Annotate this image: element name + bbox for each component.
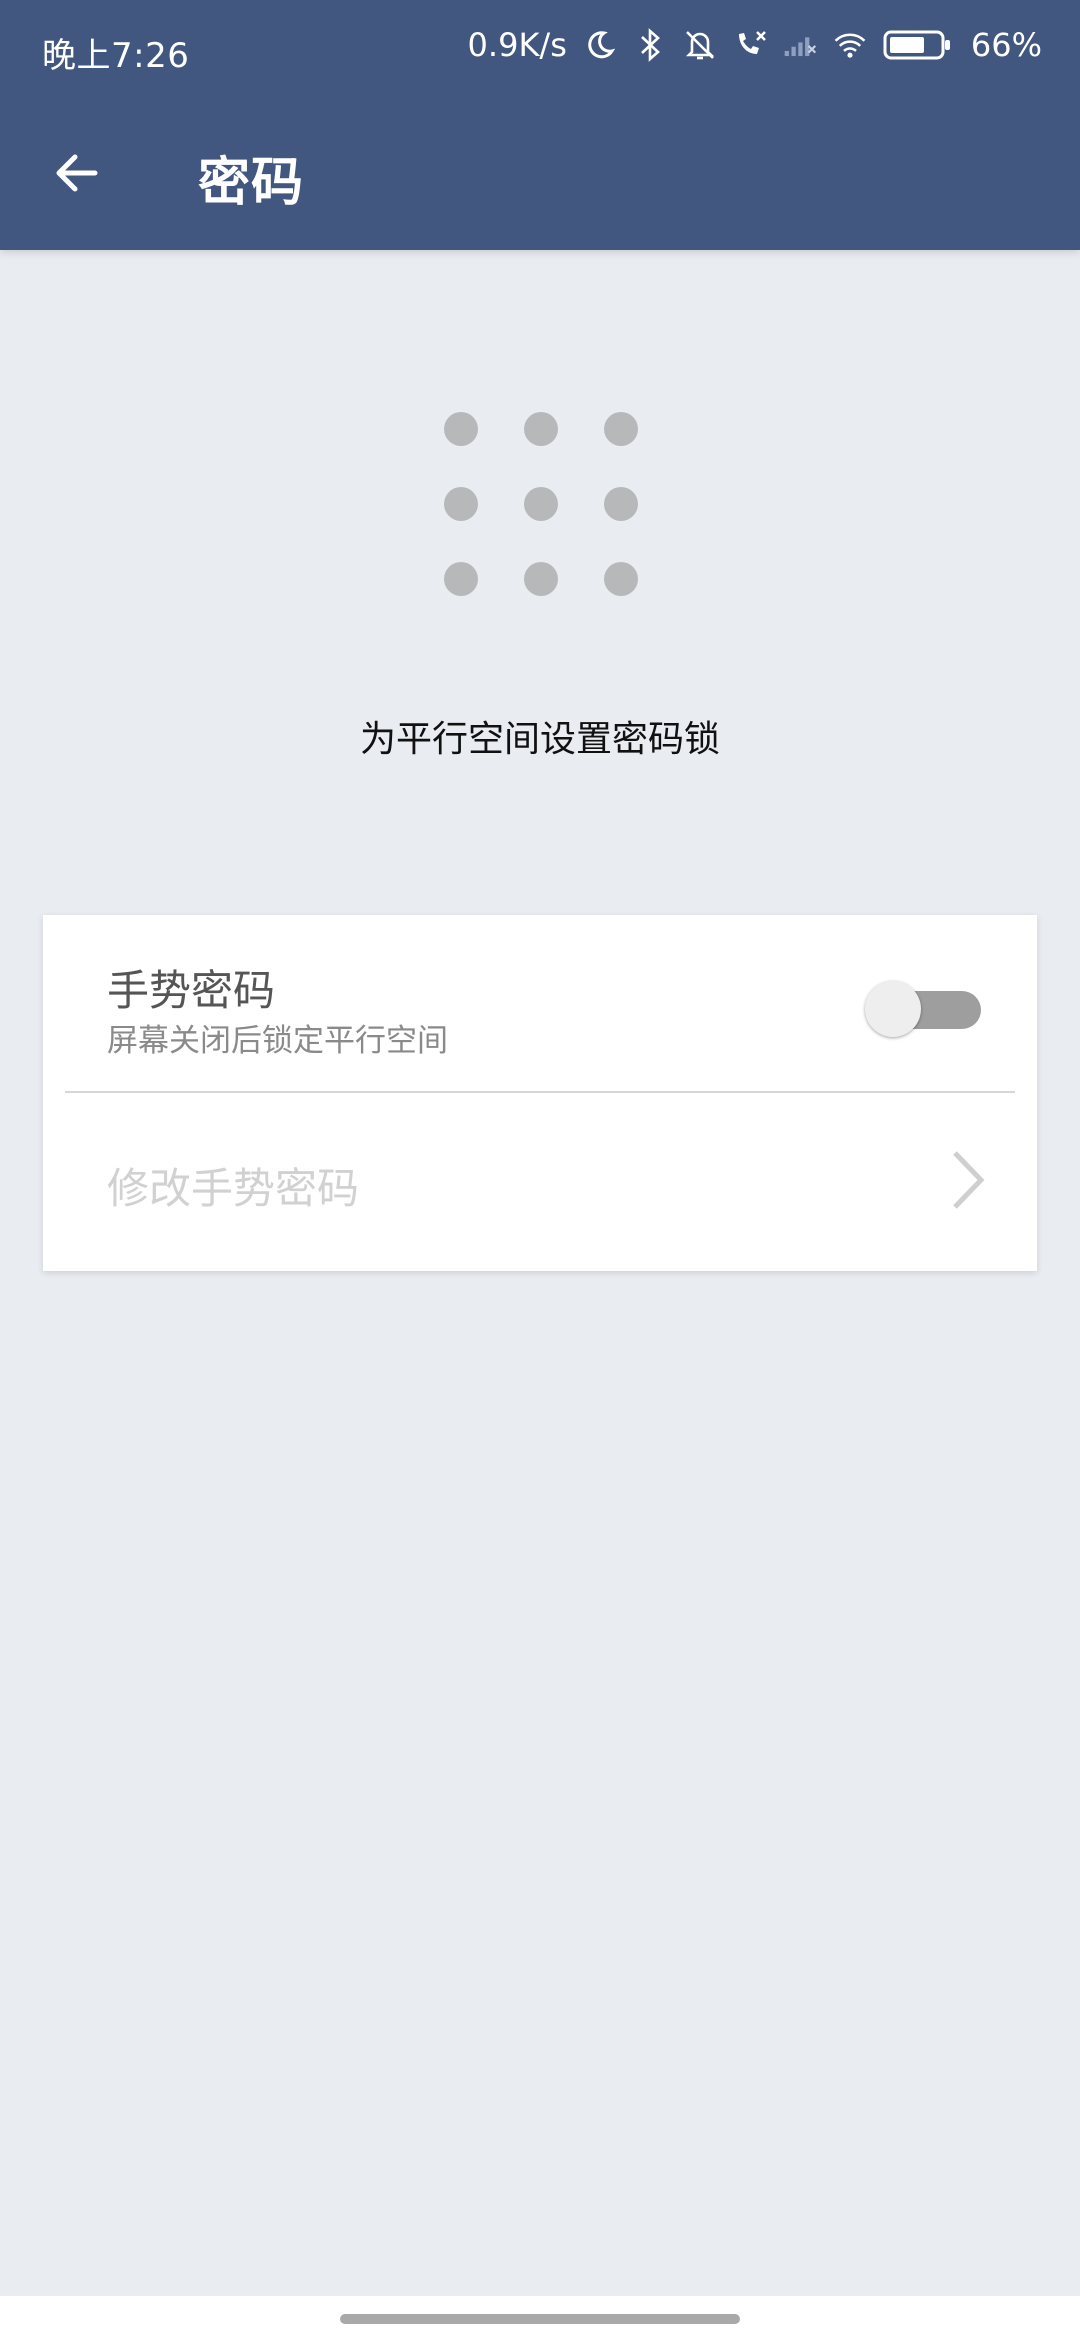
status-time: 晚上7:26 xyxy=(42,36,190,76)
chevron-right-icon xyxy=(953,1151,985,1209)
navigation-bar xyxy=(0,2296,1080,2340)
wifi-icon xyxy=(833,28,867,62)
battery-icon xyxy=(883,28,955,62)
app-bar: 密码 xyxy=(0,96,1080,250)
gesture-password-title: 手势密码 xyxy=(107,966,276,1015)
setup-hint: 为平行空间设置密码锁 xyxy=(359,719,720,760)
muted-bell-icon xyxy=(683,28,717,62)
back-button[interactable] xyxy=(42,138,112,208)
gesture-password-subtitle: 屏幕关闭后锁定平行空间 xyxy=(107,1023,448,1059)
change-gesture-password-title: 修改手势密码 xyxy=(107,1164,360,1213)
moon-icon xyxy=(583,28,617,62)
gesture-handle[interactable] xyxy=(340,2314,740,2324)
status-bar: 晚上7:26 0.9K/s 66% xyxy=(0,0,1080,96)
call-off-icon xyxy=(733,28,767,62)
network-speed: 0.9K/s xyxy=(467,26,567,64)
top-bar: 晚上7:26 0.9K/s 66% 密码 xyxy=(0,0,1080,250)
page-title: 密码 xyxy=(198,153,305,213)
toggle-thumb xyxy=(865,981,921,1037)
arrow-left-icon xyxy=(56,154,98,192)
gesture-password-toggle[interactable] xyxy=(863,981,993,1037)
status-icons: 0.9K/s 66% xyxy=(468,26,1042,64)
battery-level: 66% xyxy=(970,26,1042,64)
bluetooth-icon xyxy=(633,28,667,62)
gesture-password-row[interactable]: 手势密码 屏幕关闭后锁定平行空间 xyxy=(43,915,1037,1091)
signal-icon xyxy=(783,28,817,62)
pattern-lock-icon xyxy=(442,410,638,600)
password-settings-card: 手势密码 屏幕关闭后锁定平行空间 修改手势密码 xyxy=(43,915,1037,1271)
change-gesture-password-row[interactable]: 修改手势密码 xyxy=(43,1093,1037,1271)
